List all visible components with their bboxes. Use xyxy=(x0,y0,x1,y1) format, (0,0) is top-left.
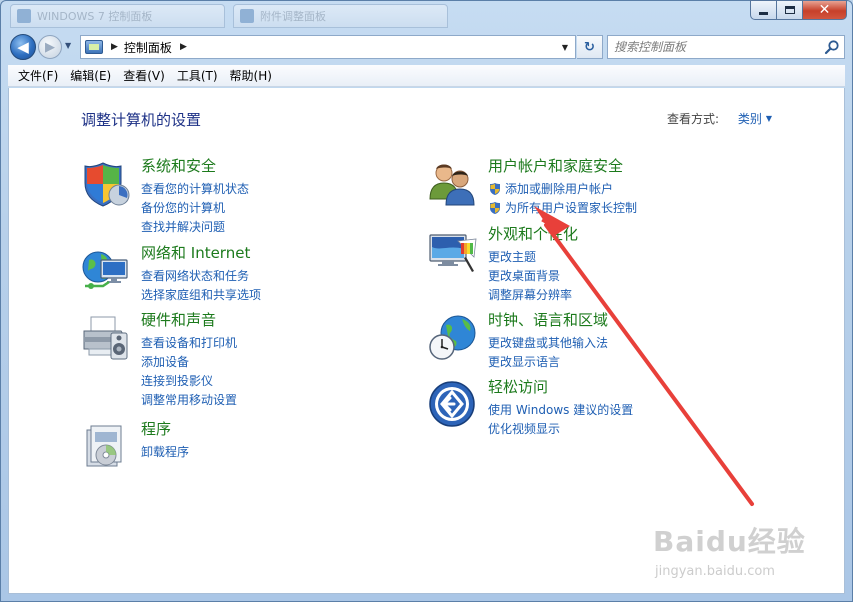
address-bar[interactable]: ▶ 控制面板 ▶ ▼ xyxy=(80,35,576,59)
search-input[interactable] xyxy=(608,37,818,57)
link-homegroup-sharing[interactable]: 选择家庭组和共享选项 xyxy=(141,285,261,304)
minimize-icon xyxy=(759,12,768,15)
category-title[interactable]: 网络和 Internet xyxy=(141,242,250,263)
link-mobility-settings[interactable]: 调整常用移动设置 xyxy=(141,390,237,409)
menu-tools[interactable]: 工具(T) xyxy=(171,65,224,87)
category-title[interactable]: 轻松访问 xyxy=(488,376,548,397)
link-screen-resolution[interactable]: 调整屏幕分辨率 xyxy=(488,285,572,304)
link-devices-printers[interactable]: 查看设备和打印机 xyxy=(141,333,237,352)
link-troubleshoot[interactable]: 查找并解决问题 xyxy=(141,217,249,236)
menu-edit[interactable]: 编辑(E) xyxy=(64,65,117,87)
minimize-button[interactable] xyxy=(750,0,777,20)
caption-buttons: ✕ xyxy=(750,0,847,20)
link-view-computer-status[interactable]: 查看您的计算机状态 xyxy=(141,179,249,198)
link-windows-suggested-settings[interactable]: 使用 Windows 建议的设置 xyxy=(488,400,633,419)
breadcrumb-control-panel[interactable]: 控制面板 xyxy=(124,39,172,56)
address-dropdown-button[interactable]: ▼ xyxy=(557,36,573,58)
link-label: 为所有用户设置家长控制 xyxy=(505,201,638,215)
refresh-button[interactable]: ↻ xyxy=(577,35,603,59)
watermark-brand: Baidu经验 xyxy=(653,525,806,558)
clock-globe-icon[interactable] xyxy=(428,313,478,363)
refresh-icon: ↻ xyxy=(584,39,595,55)
shield-icon[interactable] xyxy=(81,159,131,209)
link-keyboard-input[interactable]: 更改键盘或其他输入法 xyxy=(488,333,608,352)
ease-of-access-icon[interactable] xyxy=(428,380,478,430)
close-icon: ✕ xyxy=(818,2,831,18)
close-button[interactable]: ✕ xyxy=(803,0,847,20)
link-display-language[interactable]: 更改显示语言 xyxy=(488,352,608,371)
window-tabs: WINDOWS 7 控制面板 附件调整面板 xyxy=(10,4,448,30)
navigation-bar: ◀ ▶ ▼ ▶ 控制面板 ▶ ▼ ↻ xyxy=(8,32,845,60)
maximize-button[interactable] xyxy=(777,0,803,20)
view-by-dropdown[interactable]: 类别 ▼ xyxy=(738,110,772,127)
link-change-theme[interactable]: 更改主题 xyxy=(488,247,572,266)
link-uninstall-program[interactable]: 卸载程序 xyxy=(141,442,189,461)
link-network-status[interactable]: 查看网络状态和任务 xyxy=(141,266,261,285)
category-title[interactable]: 程序 xyxy=(141,418,171,439)
tab-icon xyxy=(17,9,31,23)
appearance-icon[interactable] xyxy=(428,227,478,277)
maximize-icon xyxy=(784,6,795,14)
category-title[interactable]: 用户帐户和家庭安全 xyxy=(488,155,623,176)
users-icon[interactable] xyxy=(428,159,478,209)
link-label: 添加或删除用户帐户 xyxy=(505,182,614,196)
view-by-label: 查看方式: xyxy=(666,112,719,126)
category-title[interactable]: 时钟、语言和区域 xyxy=(488,309,608,330)
recent-pages-button[interactable]: ▼ xyxy=(65,41,75,51)
control-panel-content: 调整计算机的设置 查看方式: 类别 ▼ 系统和安全 查看您的计算机状态 备份您的… xyxy=(8,88,845,594)
tab-label: WINDOWS 7 控制面板 xyxy=(37,10,153,23)
back-arrow-icon: ◀ xyxy=(17,38,29,56)
tab-icon xyxy=(240,9,254,23)
back-button[interactable]: ◀ xyxy=(10,34,36,60)
link-add-device[interactable]: 添加设备 xyxy=(141,352,237,371)
link-add-remove-accounts[interactable]: 添加或删除用户帐户 xyxy=(488,179,637,198)
tab-label: 附件调整面板 xyxy=(260,10,326,23)
link-backup-computer[interactable]: 备份您的计算机 xyxy=(141,198,249,217)
menu-view[interactable]: 查看(V) xyxy=(117,65,171,87)
network-icon[interactable] xyxy=(81,246,131,296)
view-by-value: 类别 xyxy=(737,112,762,126)
breadcrumb-separator[interactable]: ▶ xyxy=(111,42,118,52)
link-optimize-visual-display[interactable]: 优化视频显示 xyxy=(488,419,633,438)
programs-icon[interactable] xyxy=(81,422,131,472)
category-title[interactable]: 系统和安全 xyxy=(141,155,216,176)
chevron-down-icon: ▼ xyxy=(765,114,772,123)
category-title[interactable]: 硬件和声音 xyxy=(141,309,216,330)
menu-bar: 文件(F) 编辑(E) 查看(V) 工具(T) 帮助(H) xyxy=(8,65,845,87)
control-panel-icon xyxy=(85,40,103,54)
menu-file[interactable]: 文件(F) xyxy=(12,65,64,87)
window-tab[interactable]: 附件调整面板 xyxy=(233,4,448,28)
search-icon[interactable] xyxy=(824,39,840,55)
forward-button[interactable]: ▶ xyxy=(38,35,62,59)
uac-shield-icon xyxy=(490,182,500,195)
link-connect-projector[interactable]: 连接到投影仪 xyxy=(141,371,237,390)
search-box xyxy=(607,35,845,59)
printer-icon[interactable] xyxy=(81,313,131,363)
page-title: 调整计算机的设置 xyxy=(81,111,202,129)
forward-arrow-icon: ▶ xyxy=(45,39,55,55)
window-tab[interactable]: WINDOWS 7 控制面板 xyxy=(10,4,225,28)
menu-help[interactable]: 帮助(H) xyxy=(224,65,278,87)
breadcrumb-separator[interactable]: ▶ xyxy=(180,42,187,52)
uac-shield-icon xyxy=(490,201,500,214)
link-desktop-background[interactable]: 更改桌面背景 xyxy=(488,266,572,285)
category-title[interactable]: 外观和个性化 xyxy=(488,223,578,244)
watermark-url: jingyan.baidu.com xyxy=(655,564,775,579)
link-parental-controls[interactable]: 为所有用户设置家长控制 xyxy=(488,198,637,217)
baidu-watermark: Baidu经验 jingyan.baidu.com xyxy=(653,520,843,590)
